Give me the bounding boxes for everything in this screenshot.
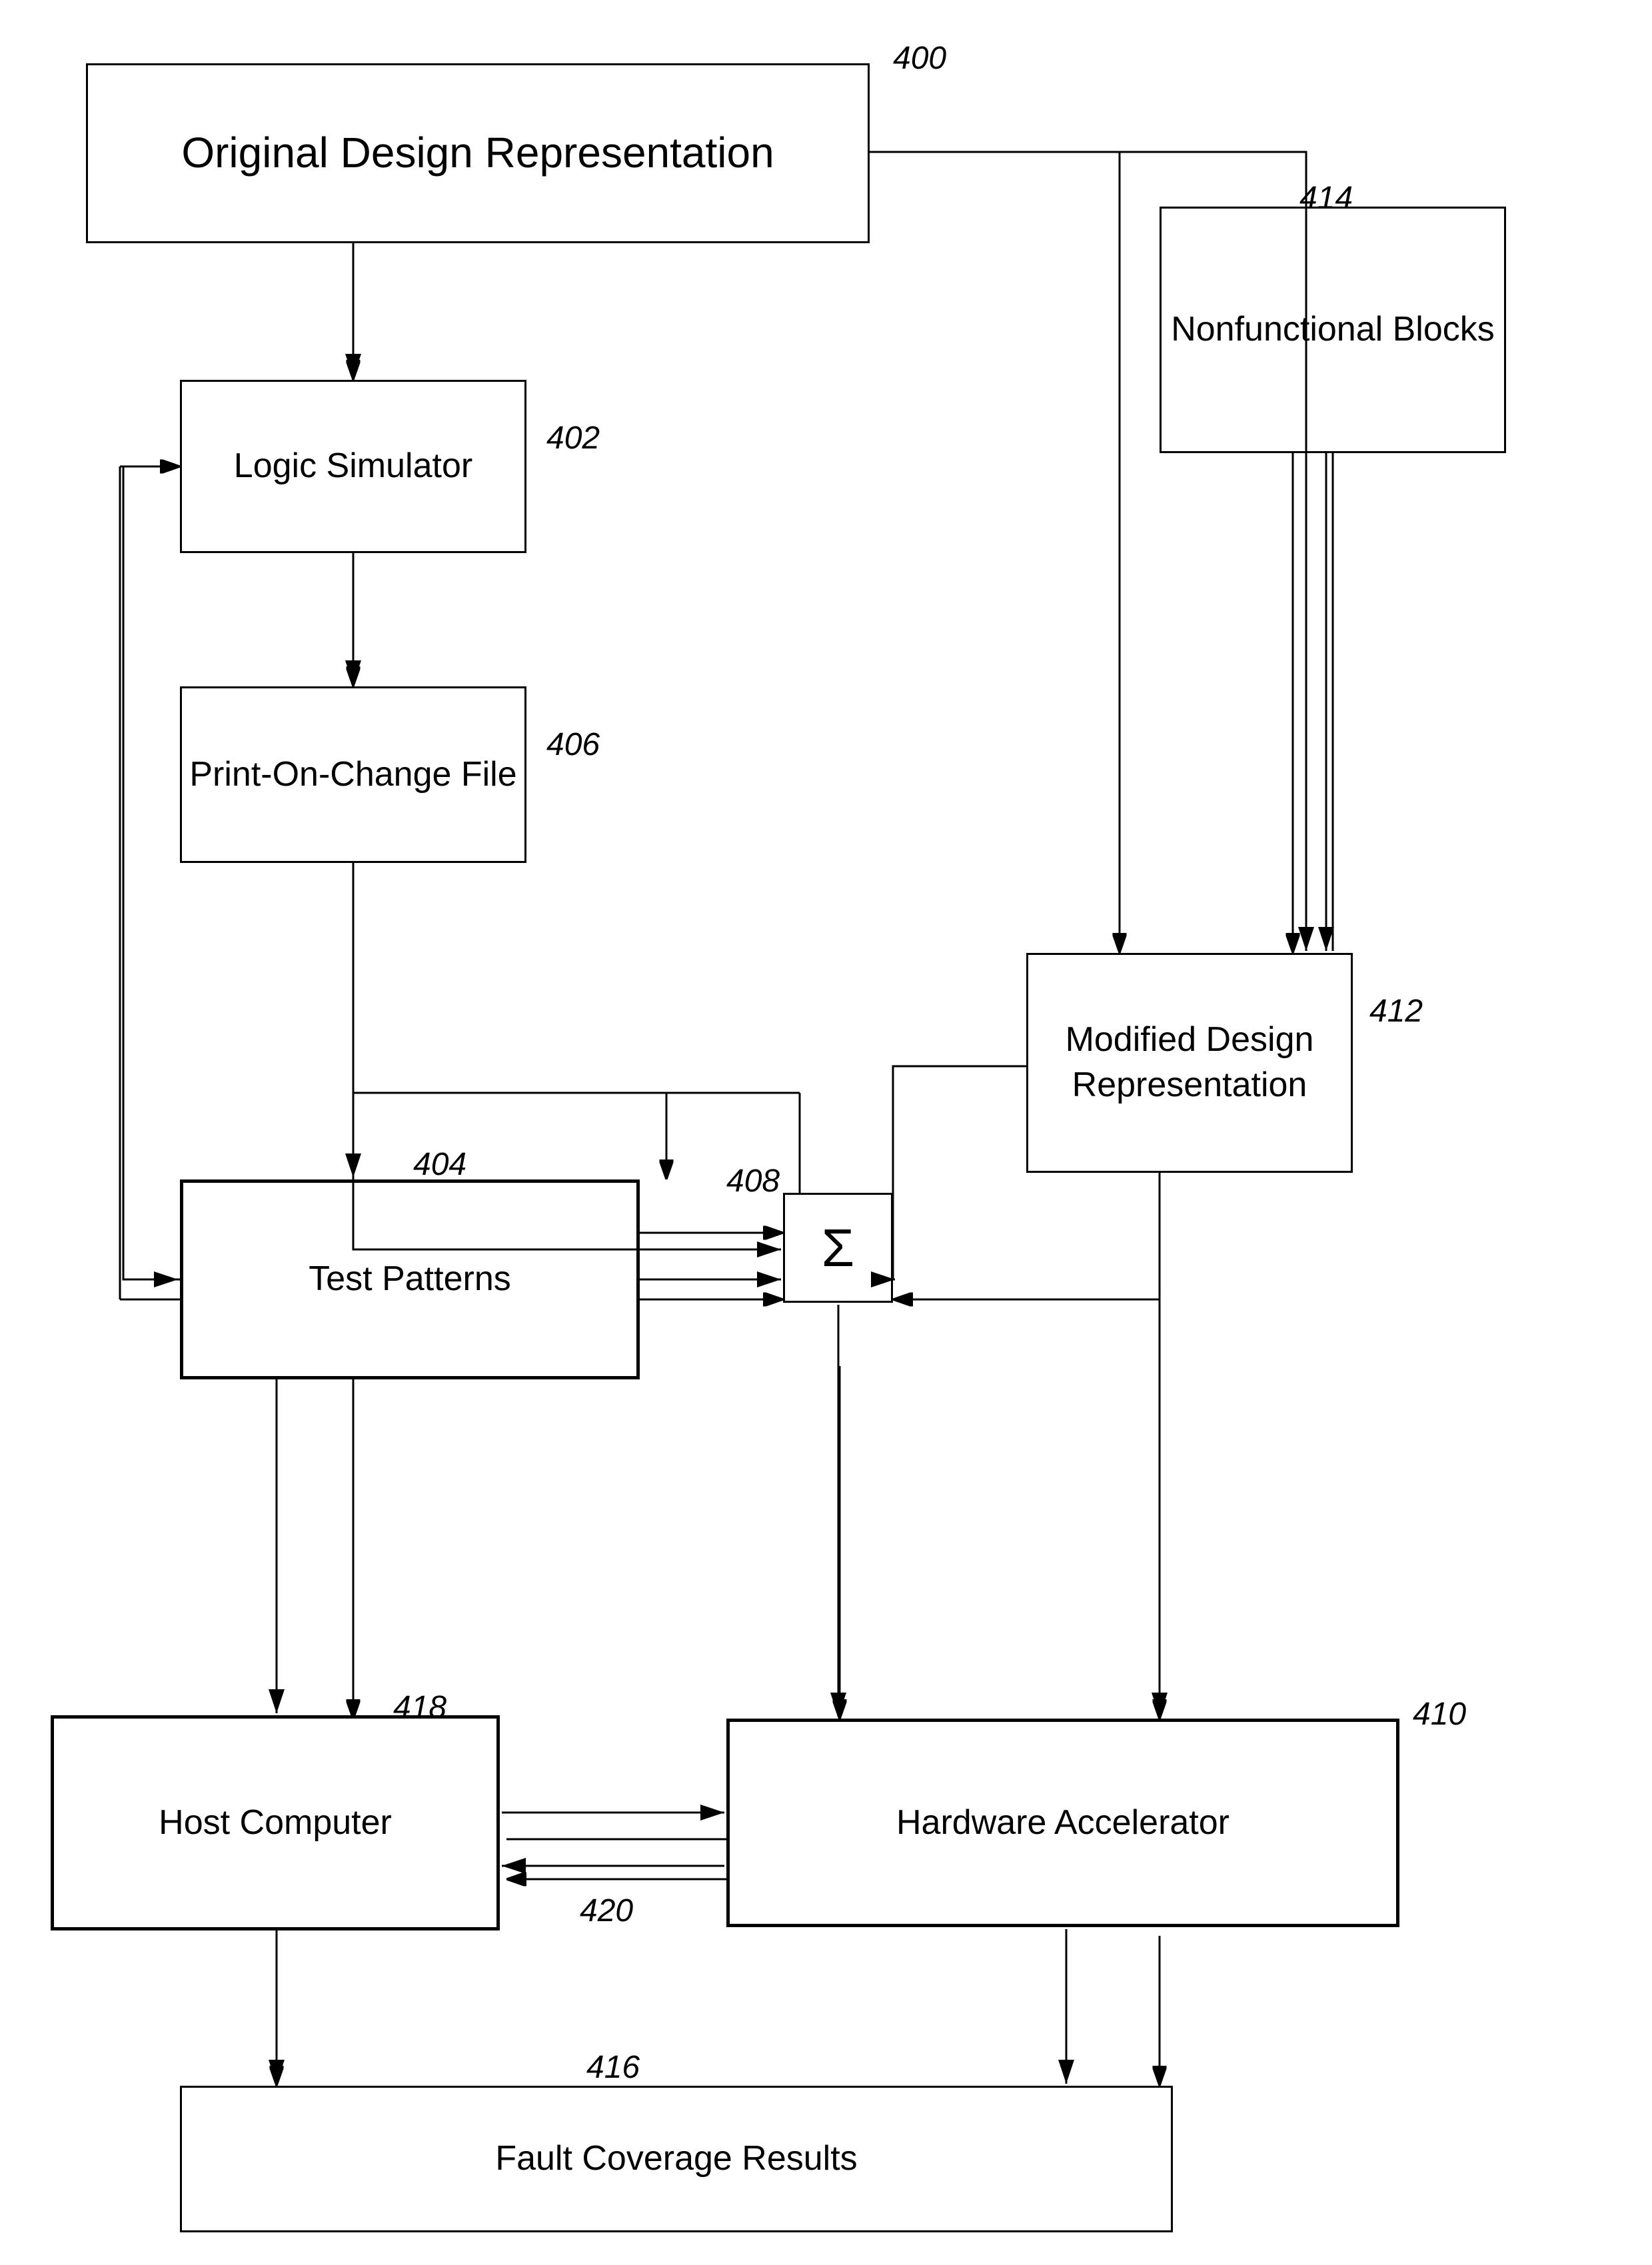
modified-design-box: Modified Design Representation: [1026, 953, 1353, 1173]
label-400: 400: [893, 40, 946, 77]
label-402: 402: [546, 420, 600, 456]
original-design-label: Original Design Representation: [181, 125, 774, 181]
test-patterns-box: Test Patterns: [180, 1179, 640, 1379]
label-406: 406: [546, 726, 600, 763]
host-computer-label: Host Computer: [159, 1801, 392, 1846]
label-420: 420: [580, 1892, 633, 1929]
print-on-change-label: Print-On-Change File: [189, 752, 516, 798]
label-404: 404: [413, 1146, 466, 1183]
modified-design-label: Modified Design Representation: [1028, 1018, 1351, 1108]
host-computer-box: Host Computer: [51, 1715, 500, 1930]
nonfunctional-blocks-label: Nonfunctional Blocks: [1171, 307, 1495, 353]
label-408: 408: [726, 1163, 780, 1199]
label-416: 416: [586, 2049, 640, 2086]
diagram: Original Design Representation 400 Logic…: [0, 0, 1652, 2265]
fault-coverage-box: Fault Coverage Results: [180, 2086, 1173, 2232]
fault-coverage-label: Fault Coverage Results: [495, 2136, 857, 2182]
label-418: 418: [393, 1689, 446, 1726]
label-410: 410: [1413, 1696, 1466, 1733]
sigma-label: Σ: [822, 1213, 854, 1283]
label-412: 412: [1369, 993, 1423, 1030]
nonfunctional-blocks-box: Nonfunctional Blocks: [1160, 207, 1506, 453]
logic-simulator-box: Logic Simulator: [180, 380, 526, 553]
sigma-box: Σ: [783, 1193, 893, 1303]
hardware-accelerator-label: Hardware Accelerator: [896, 1801, 1230, 1846]
original-design-box: Original Design Representation: [86, 63, 870, 243]
print-on-change-box: Print-On-Change File: [180, 686, 526, 863]
label-414: 414: [1299, 180, 1353, 217]
hardware-accelerator-box: Hardware Accelerator: [726, 1719, 1399, 1927]
logic-simulator-label: Logic Simulator: [234, 444, 472, 489]
test-patterns-label: Test Patterns: [309, 1257, 510, 1302]
